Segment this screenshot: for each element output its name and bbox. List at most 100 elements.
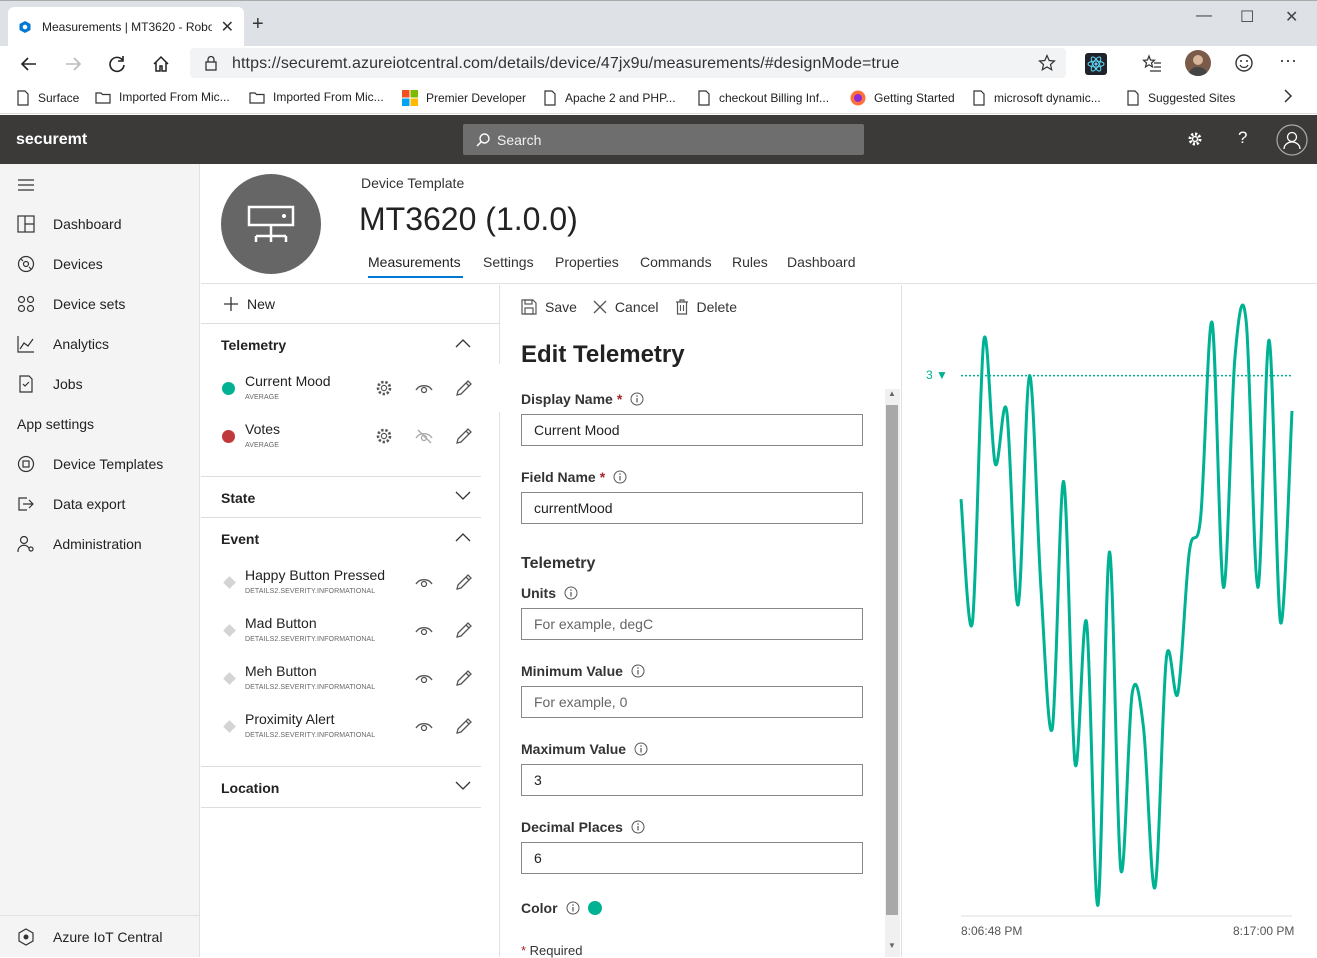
settings-gear-icon[interactable] <box>1186 130 1204 148</box>
form-scrollbar-thumb[interactable] <box>886 405 898 915</box>
decimal-places-input[interactable]: 6 <box>521 842 863 874</box>
visibility-eye-icon[interactable] <box>415 717 433 735</box>
tab-measurements[interactable]: Measurements <box>368 254 461 270</box>
new-measurement-button[interactable]: New <box>223 296 275 312</box>
visibility-off-icon[interactable] <box>415 427 433 445</box>
close-tab-icon[interactable]: ✕ <box>221 17 234 37</box>
help-icon[interactable]: ? <box>1238 128 1247 148</box>
hamburger-menu-icon[interactable] <box>17 178 35 192</box>
maximum-value-input[interactable]: 3 <box>521 764 863 796</box>
telemetry-row-current-mood[interactable]: Current Mood AVERAGE <box>201 364 500 412</box>
telemetry-row-votes[interactable]: Votes AVERAGE <box>201 412 500 460</box>
info-icon[interactable] <box>630 392 644 406</box>
edit-pencil-icon[interactable] <box>455 573 473 591</box>
display-name-input[interactable]: Current Mood <box>521 414 863 446</box>
info-icon[interactable] <box>631 820 645 834</box>
units-input[interactable]: For example, degC <box>521 608 863 640</box>
search-icon <box>476 132 490 147</box>
visibility-eye-icon[interactable] <box>415 573 433 591</box>
edit-pencil-icon[interactable] <box>455 717 473 735</box>
chevron-down-icon <box>455 781 471 790</box>
info-icon[interactable] <box>634 742 648 756</box>
bookmark-item[interactable]: Premier Developer <box>402 90 526 106</box>
section-header-state[interactable]: State <box>201 478 500 518</box>
scroll-up-arrow-icon[interactable]: ▲ <box>888 389 896 398</box>
gear-icon[interactable] <box>375 379 393 397</box>
info-icon[interactable] <box>631 664 645 678</box>
bookmark-folder[interactable]: Imported From Mic... <box>95 90 230 104</box>
maximize-window-icon[interactable]: ☐ <box>1240 7 1254 27</box>
bookmark-item[interactable]: checkout Billing Inf... <box>697 90 829 106</box>
nav-footer-iot-central[interactable]: Azure IoT Central <box>0 915 200 957</box>
search-input[interactable]: Search <box>463 124 864 155</box>
tab-commands[interactable]: Commands <box>640 254 712 270</box>
tab-rules[interactable]: Rules <box>732 254 768 270</box>
refresh-icon[interactable] <box>104 51 130 77</box>
favorites-icon[interactable] <box>1142 54 1162 74</box>
visibility-eye-icon[interactable] <box>415 621 433 639</box>
info-icon[interactable] <box>564 586 578 600</box>
visibility-eye-icon[interactable] <box>415 379 433 397</box>
back-icon[interactable] <box>16 51 42 77</box>
nav-item-device-templates[interactable]: Device Templates <box>0 444 200 484</box>
delete-button[interactable]: Delete <box>675 299 737 315</box>
nav-item-jobs[interactable]: Jobs <box>0 364 200 404</box>
browser-tab[interactable]: Measurements | MT3620 - Robot ✕ <box>8 7 244 47</box>
event-row[interactable]: Proximity Alert DETAILS2.SEVERITY.INFORM… <box>201 702 500 750</box>
bookmarks-overflow-chevron-icon[interactable] <box>1282 88 1294 104</box>
edit-pencil-icon[interactable] <box>455 379 473 397</box>
info-icon[interactable] <box>566 901 580 915</box>
nav-item-data-export[interactable]: Data export <box>0 484 200 524</box>
nav-item-device-sets[interactable]: Device sets <box>0 284 200 324</box>
favorite-star-icon[interactable] <box>1038 54 1056 72</box>
tab-dashboard[interactable]: Dashboard <box>787 254 856 270</box>
minimize-window-icon[interactable]: — <box>1196 7 1212 25</box>
visibility-eye-icon[interactable] <box>415 669 433 687</box>
bookmark-folder[interactable]: Imported From Mic... <box>249 90 384 104</box>
new-tab-icon[interactable]: + <box>252 13 264 36</box>
section-header-event[interactable]: Event <box>201 519 500 559</box>
react-devtools-icon[interactable] <box>1085 53 1107 75</box>
field-name-label: Field Name * <box>521 469 627 485</box>
edit-pencil-icon[interactable] <box>455 427 473 445</box>
edit-pencil-icon[interactable] <box>455 621 473 639</box>
section-header-telemetry[interactable]: Telemetry <box>201 325 500 365</box>
event-row[interactable]: Mad Button DETAILS2.SEVERITY.INFORMATION… <box>201 606 500 654</box>
save-button[interactable]: Save <box>521 299 577 315</box>
tab-settings[interactable]: Settings <box>483 254 534 270</box>
home-icon[interactable] <box>148 51 174 77</box>
info-icon[interactable] <box>613 470 627 484</box>
user-account-icon[interactable] <box>1276 124 1308 156</box>
section-header-location[interactable]: Location <box>201 768 500 808</box>
more-menu-icon[interactable]: ··· <box>1279 50 1297 71</box>
bookmark-item[interactable]: Surface <box>16 90 79 106</box>
nav-item-analytics[interactable]: Analytics <box>0 324 200 364</box>
color-picker-swatch[interactable] <box>588 901 602 915</box>
event-row[interactable]: Happy Button Pressed DETAILS2.SEVERITY.I… <box>201 558 500 606</box>
nav-item-devices[interactable]: Devices <box>0 244 200 284</box>
telemetry-section-heading: Telemetry <box>521 555 596 572</box>
nav-item-administration[interactable]: Administration <box>0 524 200 564</box>
scroll-down-arrow-icon[interactable]: ▼ <box>888 941 896 950</box>
bookmark-item[interactable]: Getting Started <box>850 90 955 106</box>
bookmark-item[interactable]: Apache 2 and PHP... <box>543 90 676 106</box>
app-header: securemt Search ? <box>0 115 1317 164</box>
forward-icon[interactable] <box>60 51 86 77</box>
field-name-input[interactable]: currentMood <box>521 492 863 524</box>
bookmarks-bar: Surface Imported From Mic... Imported Fr… <box>0 82 1317 114</box>
event-row[interactable]: Meh Button DETAILS2.SEVERITY.INFORMATION… <box>201 654 500 702</box>
close-window-icon[interactable]: ✕ <box>1285 7 1298 27</box>
address-bar[interactable]: https://securemt.azureiotcentral.com/det… <box>190 48 1066 78</box>
tab-properties[interactable]: Properties <box>555 254 619 270</box>
cancel-button[interactable]: Cancel <box>593 299 659 315</box>
edit-pencil-icon[interactable] <box>455 669 473 687</box>
app-brand[interactable]: securemt <box>16 131 87 149</box>
feedback-smiley-icon[interactable] <box>1234 53 1254 73</box>
gear-icon[interactable] <box>375 427 393 445</box>
profile-avatar[interactable] <box>1185 50 1211 76</box>
chevron-up-icon <box>455 339 471 348</box>
minimum-value-input[interactable]: For example, 0 <box>521 686 863 718</box>
bookmark-item[interactable]: Suggested Sites <box>1126 90 1235 106</box>
bookmark-item[interactable]: microsoft dynamic... <box>972 90 1101 106</box>
nav-item-dashboard[interactable]: Dashboard <box>0 204 200 244</box>
